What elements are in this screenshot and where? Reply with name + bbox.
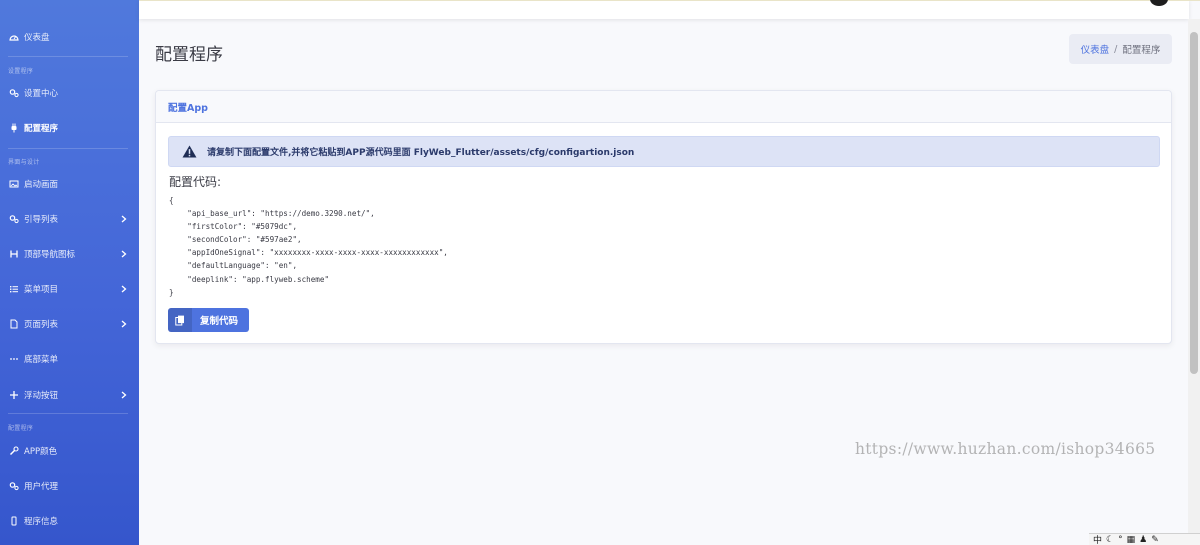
sidebar-item-floating-button[interactable]: 浮动按钮 [0,384,139,406]
chevron-right-icon [121,250,127,258]
sidebar-item-app-colors[interactable]: APP颜色 [0,440,139,462]
chevron-right-icon [121,285,127,293]
keyboard-icon[interactable]: ▦ [1127,535,1136,545]
chevron-right-icon [121,215,127,223]
alert-text: 请复制下面配置文件,并将它粘贴到APP源代码里面 FlyWeb_Flutter/… [207,148,635,158]
wrench-icon [8,446,19,457]
sidebar-item-label: 顶部导航图标 [24,250,76,260]
sidebar-item-guide-list[interactable]: 引导列表 [0,208,139,230]
sidebar-divider [8,413,128,414]
topbar [139,0,1189,19]
scrollbar-thumb[interactable] [1190,32,1198,374]
ellipsis-icon [8,354,19,365]
breadcrumb-current: 配置程序 [1122,45,1161,56]
system-tray: 中 ☾ ° ▦ ♟ ✎ [1089,533,1200,545]
sidebar-item-user-agent[interactable]: 用户代理 [0,475,139,497]
watermark: https://www.huzhan.com/ishop34665 [855,440,1156,458]
sidebar-item-label: 启动画面 [24,180,59,190]
sidebar-item-label: 页面列表 [24,320,59,330]
sidebar-item-label: 用户代理 [24,482,59,492]
code-label: 配置代码: [169,175,222,189]
sidebar-item-settings-center[interactable]: 设置中心 [0,82,139,104]
moon-icon[interactable]: ☾ [1106,535,1114,545]
breadcrumb: 仪表盘 / 配置程序 [1069,34,1172,64]
info-alert: 请复制下面配置文件,并将它粘贴到APP源代码里面 FlyWeb_Flutter/… [168,136,1160,167]
sidebar-heading-ui: 界面与设计 [8,159,40,166]
topbar-border [139,0,1200,1]
sidebar-item-label: 引导列表 [24,215,59,225]
sidebar-item-label: APP颜色 [24,447,58,457]
sidebar: 仪表盘 设置程序 设置中心 配置程序 界面与设计 启动画面 引导列表 顶部导航图… [0,0,139,545]
sidebar-divider [8,56,128,57]
copy-code-label: 复制代码 [200,316,239,327]
heading-icon [8,249,19,260]
cogs-icon [8,481,19,492]
wrench-tray-icon[interactable]: ✎ [1151,535,1159,545]
list-icon [8,284,19,295]
sidebar-item-label: 菜单项目 [24,285,59,295]
cogs-icon [8,88,19,99]
config-card: 配置App 请复制下面配置文件,并将它粘贴到APP源代码里面 FlyWeb_Fl… [155,90,1172,344]
tachometer-icon [8,32,19,43]
sidebar-item-program-info[interactable]: 程序信息 [0,510,139,532]
copy-icon [168,308,192,332]
chevron-right-icon [121,320,127,328]
sidebar-heading-config: 配置程序 [8,425,34,432]
sidebar-heading-settings: 设置程序 [8,68,34,75]
copy-code-button[interactable]: 复制代码 [168,308,249,332]
sidebar-divider [8,148,128,149]
sidebar-item-config-program[interactable]: 配置程序 [0,117,139,139]
cogs-icon [8,214,19,225]
page-title: 配置程序 [155,45,223,65]
chevron-right-icon [121,391,127,399]
user-icon[interactable]: ♟ [1139,535,1147,545]
config-code-block: { "api_base_url": "https://demo.3290.net… [169,196,448,297]
plus-icon [8,390,19,401]
sidebar-item-page-list[interactable]: 页面列表 [0,313,139,335]
sidebar-item-dashboard[interactable]: 仪表盘 [0,26,139,48]
sidebar-item-menu-items[interactable]: 菜单项目 [0,278,139,300]
ime-indicator[interactable]: 中 [1093,533,1102,545]
sidebar-item-label: 浮动按钮 [24,391,59,401]
sidebar-item-splash-screen[interactable]: 启动画面 [0,173,139,195]
plug-icon [8,123,19,134]
sidebar-item-bottom-menu[interactable]: 底部菜单 [0,348,139,370]
sidebar-item-label: 仪表盘 [24,33,50,43]
mobile-icon [8,516,19,527]
card-title: 配置App [156,91,1171,123]
punctuation-icon[interactable]: ° [1118,535,1123,545]
image-icon [8,179,19,190]
file-icon [8,319,19,330]
breadcrumb-separator: / [1114,43,1118,55]
breadcrumb-home-link[interactable]: 仪表盘 [1081,42,1110,56]
sidebar-item-label: 程序信息 [24,517,59,527]
sidebar-item-label: 底部菜单 [24,355,59,365]
sidebar-item-label: 配置程序 [24,124,59,134]
sidebar-item-label: 设置中心 [24,89,59,99]
sidebar-item-top-nav-icons[interactable]: 顶部导航图标 [0,243,139,265]
warning-icon [182,145,197,158]
